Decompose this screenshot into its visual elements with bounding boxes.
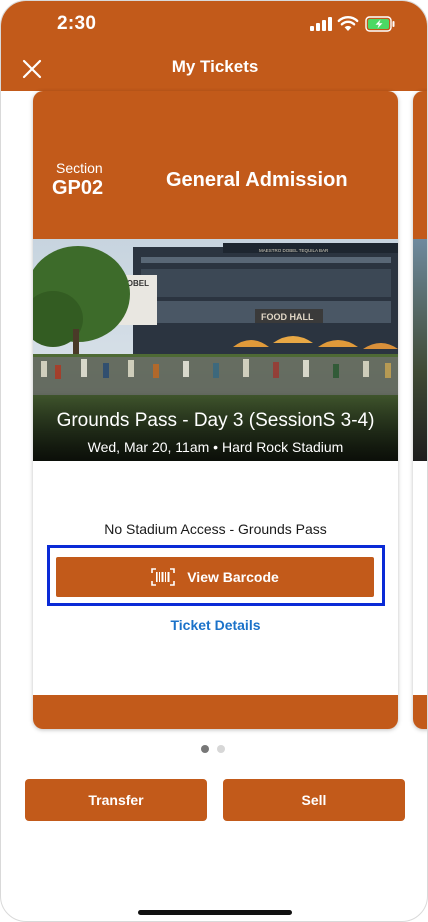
transfer-button[interactable]: Transfer	[25, 779, 207, 821]
barcode-icon	[151, 568, 176, 586]
header: 2:30 My Tickets	[1, 1, 427, 91]
ticket-header: Section GP02 General Admission	[33, 91, 398, 239]
view-barcode-label: View Barcode	[187, 569, 279, 585]
next-ticket-header	[413, 91, 427, 239]
page-indicator[interactable]	[201, 745, 225, 753]
page-dot-active[interactable]	[201, 745, 209, 753]
admission-type: General Admission	[166, 169, 348, 191]
page-dot[interactable]	[217, 745, 225, 753]
event-name: Grounds Pass - Day 3 (SessionS 3-4)	[56, 410, 375, 431]
status-bar: 2:30	[1, 1, 427, 47]
phone-screen: 2:30 My Tickets Section GP02 General Adm…	[0, 0, 428, 922]
signal-icon	[310, 17, 332, 31]
event-meta: Wed, Mar 20, 11am • Hard Rock Stadium	[87, 439, 344, 455]
view-barcode-button[interactable]: View Barcode	[56, 557, 374, 597]
status-time: 2:30	[57, 13, 97, 34]
battery-icon	[365, 16, 395, 32]
section-value: GP02	[52, 177, 104, 199]
ticket-details-link[interactable]: Ticket Details	[33, 617, 398, 633]
wifi-icon	[337, 16, 359, 31]
access-text: No Stadium Access - Grounds Pass	[104, 521, 327, 537]
page-title: My Tickets	[171, 57, 259, 76]
photo-sign-food-hall: FOOD HALL	[261, 312, 314, 322]
next-ticket-footer	[413, 695, 427, 729]
section-label: Section	[56, 160, 103, 176]
next-ticket-photo	[413, 239, 427, 461]
ticket-card[interactable]: Section GP02 General Admission DOBEL FOO…	[33, 91, 398, 729]
ticket-footer	[33, 695, 398, 729]
next-ticket-card[interactable]	[413, 91, 427, 729]
home-indicator	[138, 910, 292, 915]
photo-sign-tequila-bar: MAESTRO DOBEL TEQUILA BAR	[259, 248, 329, 253]
sell-button[interactable]: Sell	[223, 779, 405, 821]
